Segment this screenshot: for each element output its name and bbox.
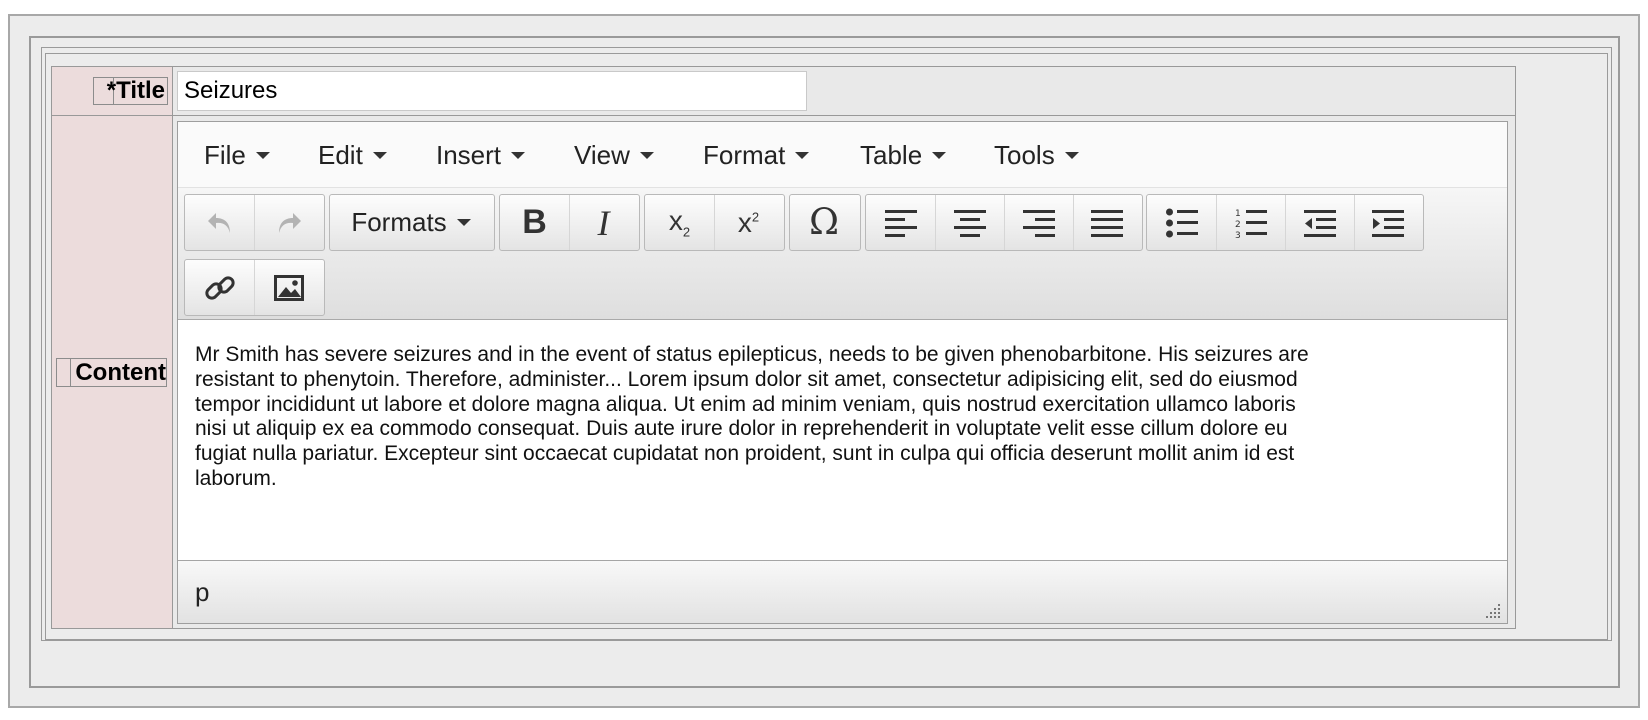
special-char-button[interactable]: Ω (790, 195, 858, 250)
content-line: resistant to phenytoin. Therefore, admin… (195, 367, 1298, 391)
menu-edit-label: Edit (318, 139, 363, 170)
content-line: laborum. (195, 466, 277, 490)
numbered-list-icon: 123 (1235, 209, 1267, 238)
special-char-group: Ω (789, 194, 861, 251)
menu-view-label: View (574, 139, 630, 170)
italic-icon: I (597, 202, 610, 243)
editor-content[interactable]: Mr Smith has severe seizures and in the … (195, 343, 1495, 558)
menu-tools-label: Tools (994, 139, 1055, 170)
script-group: x2 x2 (644, 194, 785, 251)
superscript-icon: x2 (737, 206, 760, 238)
content-label: Content (75, 359, 166, 386)
image-button[interactable] (254, 260, 323, 315)
content-line: fugiat nulla pariatur. Excepteur sint oc… (195, 442, 1295, 466)
title-label: *Title (106, 77, 165, 104)
menu-insert-label: Insert (436, 139, 502, 170)
numbered-list-button[interactable]: 123 (1216, 195, 1286, 250)
content-line: Mr Smith has severe seizures and in the … (195, 343, 1309, 366)
undo-icon (207, 212, 230, 233)
bullet-list-button[interactable] (1147, 195, 1217, 250)
menu-file-label: File (204, 139, 246, 170)
chevron-down-icon (639, 151, 654, 159)
menu-table-label: Table (860, 139, 923, 170)
menu-view[interactable]: View (574, 122, 654, 188)
title-input[interactable]: Seizures (177, 71, 807, 111)
element-path[interactable]: p (195, 577, 209, 608)
align-center-button[interactable] (935, 195, 1005, 250)
formats-dropdown[interactable]: Formats (330, 195, 492, 250)
svg-text:2: 2 (1235, 220, 1241, 230)
link-icon (204, 275, 235, 300)
editor-menubar: File Edit Insert View Format Table Tools (178, 122, 1507, 188)
align-center-icon (953, 209, 986, 237)
content-line: nisi ut aliquip ex ea commodo consequat.… (195, 417, 1288, 441)
menu-format[interactable]: Format (703, 122, 810, 188)
subscript-icon: x2 (668, 205, 691, 240)
outdent-icon (1303, 209, 1336, 237)
list-group: 123 (1146, 194, 1424, 251)
redo-icon (278, 212, 301, 233)
chevron-down-icon (795, 151, 810, 159)
omega-icon: Ω (809, 202, 839, 243)
content-line: tempor incididunt ut labore et dolore ma… (195, 392, 1296, 416)
bold-button[interactable]: B (500, 195, 570, 250)
history-group (184, 194, 325, 251)
undo-button[interactable] (185, 195, 255, 250)
menu-tools[interactable]: Tools (994, 122, 1079, 188)
formats-group: Formats (329, 194, 495, 251)
resize-handle-icon[interactable] (1484, 602, 1502, 620)
menu-edit[interactable]: Edit (318, 122, 387, 188)
svg-text:1: 1 (1235, 209, 1241, 219)
align-left-button[interactable] (866, 195, 936, 250)
align-right-icon (1022, 209, 1055, 237)
align-justify-button[interactable] (1073, 195, 1141, 250)
editor-toolbar: Formats B I x2 x2 Ω 1 2 3 (178, 188, 1507, 320)
chevron-down-icon (456, 219, 471, 226)
alignment-group (865, 194, 1143, 251)
align-justify-icon (1091, 209, 1123, 237)
align-right-button[interactable] (1004, 195, 1074, 250)
outdent-button[interactable] (1285, 195, 1355, 250)
image-icon (273, 274, 304, 301)
insert-group (184, 259, 325, 316)
menu-insert[interactable]: Insert (436, 122, 526, 188)
italic-button[interactable]: I (569, 195, 638, 250)
subscript-button[interactable]: x2 (645, 195, 715, 250)
text-style-group: B I (499, 194, 640, 251)
chevron-down-icon (511, 151, 526, 159)
chevron-down-icon (932, 151, 947, 159)
svg-text:3: 3 (1235, 231, 1241, 238)
link-button[interactable] (185, 260, 255, 315)
indent-button[interactable] (1354, 195, 1422, 250)
superscript-button[interactable]: x2 (714, 195, 783, 250)
chevron-down-icon (255, 151, 270, 159)
bold-icon: B (522, 203, 547, 241)
editor-statusbar: p (178, 560, 1507, 623)
rich-text-editor: File Edit Insert View Format Table Tools… (177, 121, 1508, 624)
bullet-list-icon (1165, 208, 1198, 237)
menu-file[interactable]: File (204, 122, 270, 188)
chevron-down-icon (372, 151, 387, 159)
chevron-down-icon (1064, 151, 1079, 159)
redo-button[interactable] (254, 195, 323, 250)
formats-label: Formats (351, 207, 447, 237)
menu-format-label: Format (703, 139, 786, 170)
align-left-icon (884, 209, 917, 237)
indent-icon (1372, 209, 1404, 237)
menu-table[interactable]: Table (860, 122, 947, 188)
